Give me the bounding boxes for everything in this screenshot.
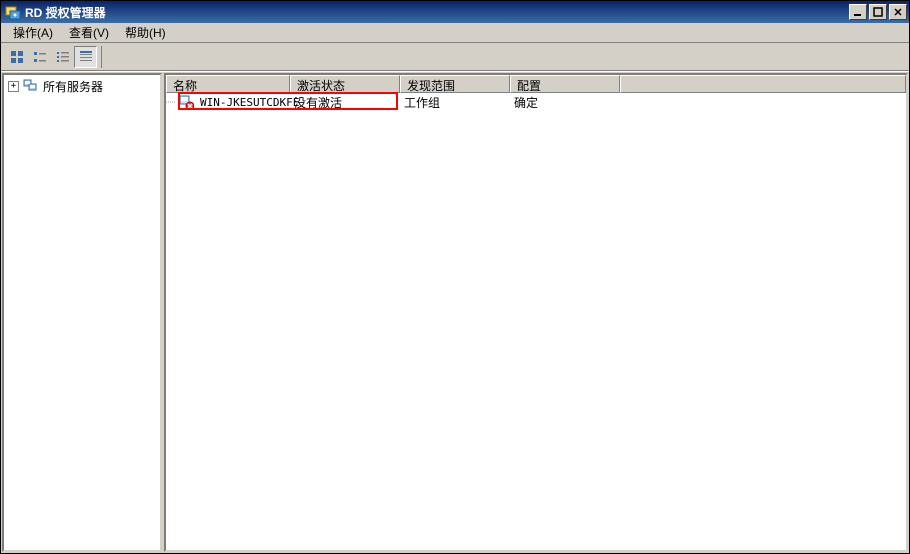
toolbar-view-list[interactable] <box>51 46 74 68</box>
toolbar-separator <box>101 46 107 68</box>
toolbar <box>1 43 909 71</box>
content-area: + 所有服务器 名称 激活状态 发现范围 配置 <box>1 71 909 553</box>
menu-help[interactable]: 帮助(H) <box>117 22 174 43</box>
titlebar: RD 授权管理器 <box>1 1 909 23</box>
tree-pane[interactable]: + 所有服务器 <box>2 73 162 552</box>
close-button[interactable] <box>889 4 907 20</box>
column-scope[interactable]: 发现范围 <box>400 75 510 93</box>
menubar: 操作(A) 查看(V) 帮助(H) <box>1 23 909 43</box>
cell-name: WIN-JKESUTCDKFE <box>194 96 288 109</box>
column-name[interactable]: 名称 <box>166 75 290 93</box>
cell-status: 没有激活 <box>288 94 398 111</box>
column-config[interactable]: 配置 <box>510 75 620 93</box>
menu-action[interactable]: 操作(A) <box>5 22 61 43</box>
minimize-button[interactable] <box>849 4 867 20</box>
list-pane: 名称 激活状态 发现范围 配置 <box>164 73 908 552</box>
toolbar-view-small-icons[interactable] <box>28 46 51 68</box>
column-spacer <box>620 75 906 93</box>
toolbar-view-details[interactable] <box>74 46 97 68</box>
window-controls <box>849 4 907 20</box>
app-icon <box>5 4 21 20</box>
tree-root-label: 所有服务器 <box>43 78 103 95</box>
list-row[interactable]: WIN-JKESUTCDKFE 没有激活 工作组 确定 <box>166 93 906 111</box>
toolbar-view-large-icons[interactable] <box>5 46 28 68</box>
list-header: 名称 激活状态 发现范围 配置 <box>166 75 906 93</box>
app-window: RD 授权管理器 操作(A) 查看(V) 帮助(H) <box>0 0 910 554</box>
server-warning-icon <box>178 94 194 110</box>
servers-icon <box>23 78 39 94</box>
tree-connector-icon <box>166 93 178 111</box>
expand-icon[interactable]: + <box>8 81 19 92</box>
cell-scope: 工作组 <box>398 94 508 111</box>
column-status[interactable]: 激活状态 <box>290 75 400 93</box>
cell-config: 确定 <box>508 94 618 111</box>
tree-root-all-servers[interactable]: + 所有服务器 <box>6 77 158 95</box>
window-title: RD 授权管理器 <box>25 4 849 21</box>
list-body[interactable]: WIN-JKESUTCDKFE 没有激活 工作组 确定 <box>166 93 906 550</box>
menu-view[interactable]: 查看(V) <box>61 22 117 43</box>
maximize-button[interactable] <box>869 4 887 20</box>
